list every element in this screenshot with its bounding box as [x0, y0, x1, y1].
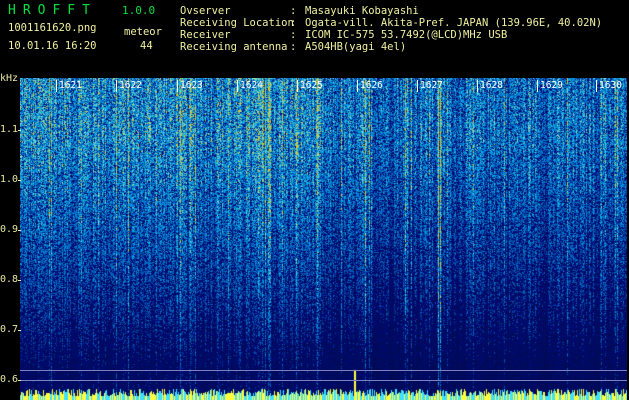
y-tick: [18, 130, 21, 131]
minute-tick: [477, 80, 478, 92]
minute-label: 1621: [59, 80, 82, 91]
y-tick-label: 0.8: [0, 274, 19, 285]
y-tick-label: 1.0: [0, 174, 19, 185]
minute-label: 1624: [240, 80, 263, 91]
info-label-antenna: Receiving antenna: [180, 41, 288, 53]
reference-line: [20, 370, 627, 371]
info-sep: :: [290, 5, 297, 17]
info-label-observer: Ovserver: [180, 5, 231, 17]
y-tick: [18, 280, 21, 281]
info-value-observer: Masayuki Kobayashi: [305, 5, 419, 17]
y-tick-label: 0.9: [0, 224, 19, 235]
minute-tick: [417, 80, 418, 92]
info-sep: :: [290, 41, 297, 53]
header-panel: HROFFT 1.0.0 1001161620.png 10.01.16 16:…: [0, 0, 629, 76]
minute-label: 1625: [300, 80, 323, 91]
y-axis-unit: kHz: [0, 73, 19, 84]
info-sep: :: [290, 17, 297, 29]
minute-label: 1623: [180, 80, 203, 91]
app-name: HROFFT: [8, 3, 97, 18]
minute-tick: [177, 80, 178, 92]
minute-tick: [56, 80, 57, 92]
spectrogram-panel: [20, 78, 627, 400]
minute-label: 1630: [599, 80, 622, 91]
file-name: 1001161620.png: [8, 22, 97, 34]
info-label-receiver: Receiver: [180, 29, 231, 41]
app-version: 1.0.0: [122, 4, 156, 17]
y-tick: [18, 330, 21, 331]
meteor-label: meteor: [124, 26, 162, 38]
minute-label: 1628: [480, 80, 503, 91]
info-value-antenna: A504HB(yagi 4el): [305, 41, 407, 53]
info-value-location: Ogata-vill. Akita-Pref. JAPAN (139.96E, …: [305, 17, 603, 29]
info-sep: :: [290, 29, 297, 41]
minute-tick: [596, 80, 597, 92]
y-tick-label: 0.7: [0, 324, 19, 335]
info-value-receiver: ICOM IC-575 53.7492(@LCD)MHz USB: [305, 29, 508, 41]
y-tick: [18, 230, 21, 231]
reference-line: [20, 380, 627, 381]
minute-tick: [297, 80, 298, 92]
meteor-count: 44: [140, 40, 153, 52]
minute-tick: [237, 80, 238, 92]
spectrogram-canvas: [20, 78, 627, 400]
minute-label: 1629: [540, 80, 563, 91]
minute-tick: [357, 80, 358, 92]
minute-tick: [537, 80, 538, 92]
y-tick-label: 0.6: [0, 374, 19, 385]
y-tick: [18, 180, 21, 181]
y-tick-label: 1.1: [0, 124, 19, 135]
minute-tick: [116, 80, 117, 92]
file-datetime: 10.01.16 16:20: [8, 40, 97, 52]
minute-label: 1622: [119, 80, 142, 91]
minute-label: 1626: [360, 80, 383, 91]
minute-label: 1627: [420, 80, 443, 91]
y-tick: [18, 380, 21, 381]
info-label-location: Receiving Location: [180, 17, 294, 29]
